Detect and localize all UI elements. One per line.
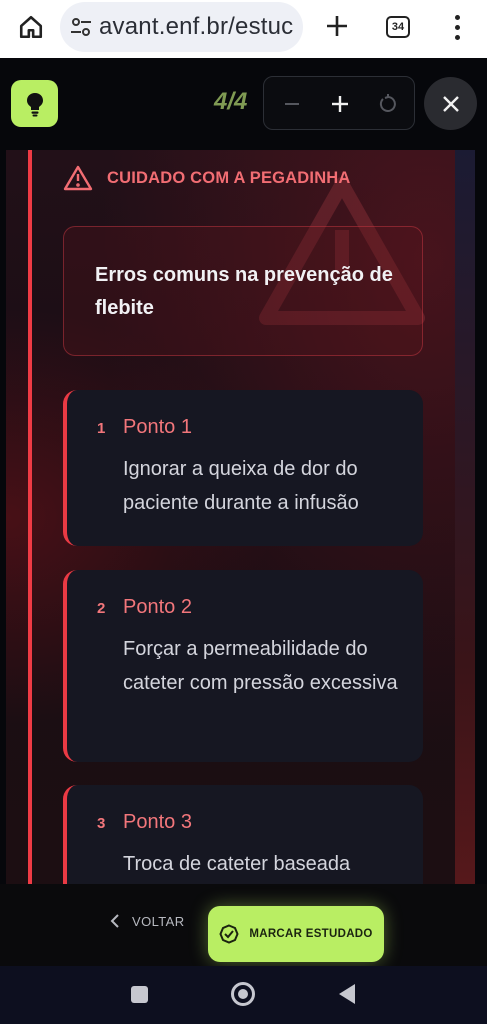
tab-switcher-button[interactable]: 34: [386, 16, 410, 38]
chevron-left-icon: [110, 914, 119, 928]
study-app: 4/4 CUIDADO COM A PEGADINHA Erros comuns…: [0, 58, 487, 966]
point-text: Ignorar a queixa de dor do paciente dura…: [123, 458, 359, 514]
point-number: 1: [97, 420, 106, 437]
address-bar[interactable]: avant.enf.br/estuc: [60, 2, 303, 52]
reset-icon: [379, 94, 396, 112]
close-button[interactable]: [424, 77, 477, 130]
system-back-button[interactable]: [339, 984, 355, 1004]
back-label: VOLTAR: [132, 913, 185, 929]
browser-toolbar: avant.enf.br/estuc 34: [0, 0, 487, 58]
new-tab-button[interactable]: [322, 11, 352, 41]
reset-zoom-button[interactable]: [368, 85, 408, 123]
home-icon: [19, 15, 43, 39]
point-number: 3: [97, 815, 106, 832]
point-text: Forçar a permeabilidade do cateter com p…: [123, 638, 398, 694]
zoom-in-button[interactable]: [320, 85, 360, 123]
flashcard: CUIDADO COM A PEGADINHA Erros comuns na …: [6, 150, 475, 884]
lightbulb-icon: [26, 92, 43, 116]
minus-icon: [285, 103, 299, 105]
point-title: Ponto 3: [123, 811, 192, 833]
point-number: 2: [97, 600, 106, 617]
warning-triangle-icon: [63, 165, 93, 191]
more-vert-icon[interactable]: [445, 12, 469, 42]
alert-border: [28, 150, 32, 884]
plus-icon: [327, 16, 347, 36]
close-icon: [442, 95, 459, 112]
zoom-out-button[interactable]: [272, 85, 312, 123]
card-title: Erros comuns na prevenção de flebite: [95, 264, 393, 319]
plus-icon: [332, 96, 348, 112]
list-item: 3 Ponto 3 Troca de cateter baseada: [63, 785, 423, 884]
recents-button[interactable]: [131, 986, 148, 1003]
point-text: Troca de cateter baseada: [123, 853, 351, 875]
warning-label: CUIDADO COM A PEGADINHA: [107, 168, 351, 187]
home-button[interactable]: [14, 12, 48, 42]
tab-count: 34: [391, 21, 405, 33]
system-nav-bar: [0, 966, 487, 1024]
list-item: 1 Ponto 1 Ignorar a queixa de dor do pac…: [63, 390, 423, 546]
question-card: Erros comuns na prevenção de flebite: [63, 226, 423, 356]
hint-button[interactable]: [11, 80, 58, 127]
warning-header: CUIDADO COM A PEGADINHA: [63, 164, 351, 192]
check-circle-icon: [219, 924, 239, 944]
footer-actions: VOLTAR MARCAR ESTUDADO: [0, 884, 487, 966]
list-item: 2 Ponto 2 Forçar a permeabilidade do cat…: [63, 570, 423, 762]
tune-icon[interactable]: [70, 17, 92, 37]
system-home-button[interactable]: [231, 982, 255, 1006]
mark-studied-label: MARCAR ESTUDADO: [249, 928, 373, 940]
mark-studied-button[interactable]: MARCAR ESTUDADO: [208, 906, 384, 962]
back-button[interactable]: VOLTAR: [110, 913, 184, 929]
url-text: avant.enf.br/estuc: [99, 13, 294, 40]
card-counter: 4/4: [214, 88, 248, 115]
point-title: Ponto 1: [123, 416, 192, 438]
point-title: Ponto 2: [123, 596, 192, 618]
card-edge: [455, 150, 475, 884]
zoom-controls: [263, 76, 415, 130]
